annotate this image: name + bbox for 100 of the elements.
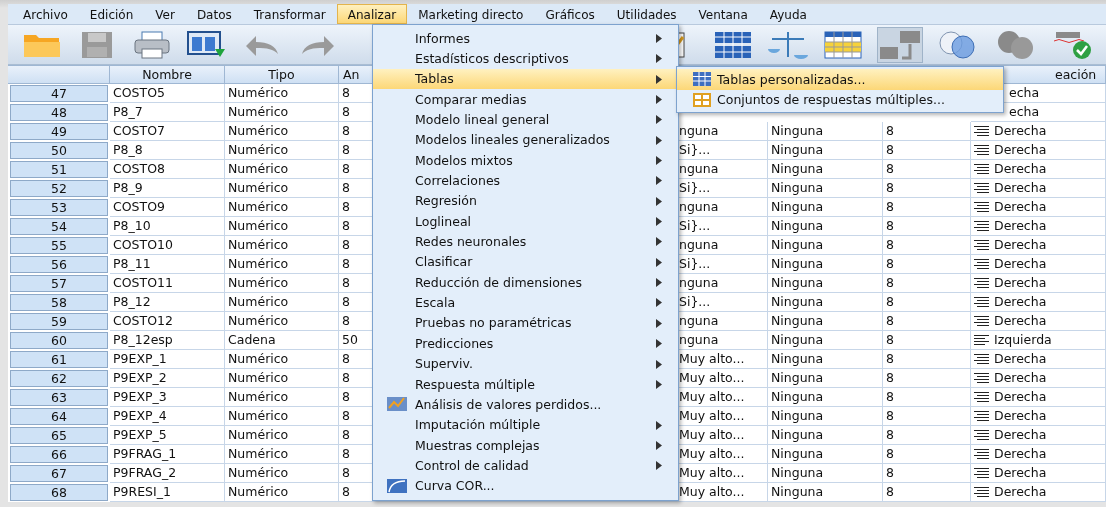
- menu-item[interactable]: Edición: [78, 4, 145, 24]
- row-number[interactable]: 68: [10, 484, 108, 501]
- menu-item[interactable]: Tablas: [373, 68, 678, 90]
- table-cell: Derecha: [994, 274, 1047, 292]
- table-cell: Ninguna: [768, 426, 883, 445]
- row-number[interactable]: 62: [10, 370, 108, 387]
- row-number[interactable]: 63: [10, 389, 108, 406]
- table-cell: Ninguna: [768, 179, 883, 198]
- table-cell: COSTO12: [110, 312, 225, 331]
- table-cell: 8: [883, 312, 971, 331]
- row-number[interactable]: 67: [10, 465, 108, 482]
- menu-item[interactable]: Ayuda: [758, 4, 818, 24]
- table-cell: P8_7: [110, 103, 225, 122]
- table-cell: Ninguna: [768, 331, 883, 350]
- row-number[interactable]: 47: [10, 85, 108, 102]
- menu-item[interactable]: Gráficos: [534, 4, 606, 24]
- table-cell: Numérico: [225, 179, 339, 198]
- menu-item[interactable]: Utilidades: [605, 4, 688, 24]
- table-cell: Numérico: [225, 122, 339, 141]
- table-cell: COSTO10: [110, 236, 225, 255]
- row-number[interactable]: 58: [10, 294, 108, 311]
- column-header[interactable]: Nombre: [110, 65, 225, 84]
- table-cell: P9FRAG_1: [110, 445, 225, 464]
- row-number[interactable]: 51: [10, 161, 108, 178]
- table-cell: Derecha: [994, 464, 1047, 482]
- row-number[interactable]: 53: [10, 199, 108, 216]
- table-cell: Ninguna: [768, 217, 883, 236]
- table-cell: Derecha: [994, 160, 1047, 178]
- menu-item[interactable]: Analizar: [336, 4, 408, 24]
- table-cell: Numérico: [225, 407, 339, 426]
- table-cell: Ninguna: [768, 350, 883, 369]
- table-cell: 8: [883, 198, 971, 217]
- table-cell: 8: [883, 331, 971, 350]
- menu-item[interactable]: Archivo: [12, 4, 79, 24]
- menu-item[interactable]: Conjuntos de respuestas múltiples...: [677, 89, 1003, 110]
- data-view-icon: [187, 30, 228, 59]
- table-cell: Derecha: [994, 293, 1047, 311]
- menu-item[interactable]: Estadísticos descriptivos: [373, 48, 678, 69]
- table-cell: Numérico: [225, 103, 339, 122]
- grid-table-icon: [824, 30, 863, 59]
- table-cell: COSTO9: [110, 198, 225, 217]
- table-icon: [713, 30, 752, 59]
- table-cell: Numérico: [225, 293, 339, 312]
- row-number[interactable]: 49: [10, 123, 108, 140]
- row-number[interactable]: 48: [10, 104, 108, 121]
- row-number[interactable]: 56: [10, 256, 108, 273]
- menu-item[interactable]: Marketing directo: [407, 4, 535, 24]
- row-number[interactable]: 59: [10, 313, 108, 330]
- toolbar-button[interactable]: [876, 26, 923, 63]
- table-cell: Numérico: [225, 236, 339, 255]
- row-number[interactable]: 64: [10, 408, 108, 425]
- row-number[interactable]: 65: [10, 427, 108, 444]
- spell-check-icon: [1052, 29, 1093, 60]
- row-number[interactable]: 60: [10, 332, 108, 349]
- table-cell: Ninguna: [768, 312, 883, 331]
- table-cell: Numérico: [225, 217, 339, 236]
- menu-item[interactable]: Datos: [185, 4, 243, 24]
- menu-item[interactable]: Informes: [373, 28, 678, 49]
- table-cell: Derecha: [994, 198, 1047, 216]
- row-number[interactable]: 55: [10, 237, 108, 254]
- row-number[interactable]: 66: [10, 446, 108, 463]
- table-cell: Numérico: [225, 198, 339, 217]
- submenu-arrow-icon: [656, 461, 662, 471]
- table-cell: Derecha: [994, 407, 1047, 425]
- row-number[interactable]: 61: [10, 351, 108, 368]
- row-number[interactable]: 57: [10, 275, 108, 292]
- table-icon: [693, 72, 711, 87]
- table-cell: 8: [883, 293, 971, 312]
- table-cell: Numérico: [225, 312, 339, 331]
- row-number[interactable]: 52: [10, 180, 108, 197]
- table-cell: Ninguna: [768, 255, 883, 274]
- table-cell: 8: [883, 407, 971, 426]
- table-cell: Ninguna: [768, 236, 883, 255]
- table-cell: Derecha: [994, 255, 1047, 273]
- table-cell: Numérico: [225, 255, 339, 274]
- row-number[interactable]: 54: [10, 218, 108, 235]
- submenu-arrow-icon: [656, 34, 662, 43]
- table-cell: Ninguna: [768, 198, 883, 217]
- menu-item[interactable]: Tablas personalizadas...: [677, 69, 1003, 90]
- table-cell: Ninguna: [768, 274, 883, 293]
- table-cell: P8_12esp: [110, 331, 225, 350]
- table-cell: COSTO8: [110, 160, 225, 179]
- table-cell: P9FRAG_2: [110, 464, 225, 483]
- table-cell: Ninguna: [768, 369, 883, 388]
- table-cell: Ninguna: [768, 388, 883, 407]
- column-header[interactable]: Tipo: [225, 65, 339, 84]
- table-cell: Ninguna: [768, 122, 883, 141]
- table-cell: 8: [883, 445, 971, 464]
- table-cell: 8: [883, 388, 971, 407]
- table-cell: Ninguna: [768, 141, 883, 160]
- menu-item[interactable]: Transformar: [242, 4, 337, 24]
- table-cell: Derecha: [994, 122, 1047, 140]
- table-cell: Derecha: [994, 179, 1047, 197]
- row-number[interactable]: 50: [10, 142, 108, 159]
- table-cell: 8: [883, 217, 971, 236]
- menu-item[interactable]: Ver: [144, 4, 186, 24]
- table-cell: COSTO5: [110, 84, 225, 103]
- missing-values-icon: [387, 396, 407, 413]
- menu-item[interactable]: Ventana: [687, 4, 759, 24]
- value-labels-icon: [877, 29, 922, 60]
